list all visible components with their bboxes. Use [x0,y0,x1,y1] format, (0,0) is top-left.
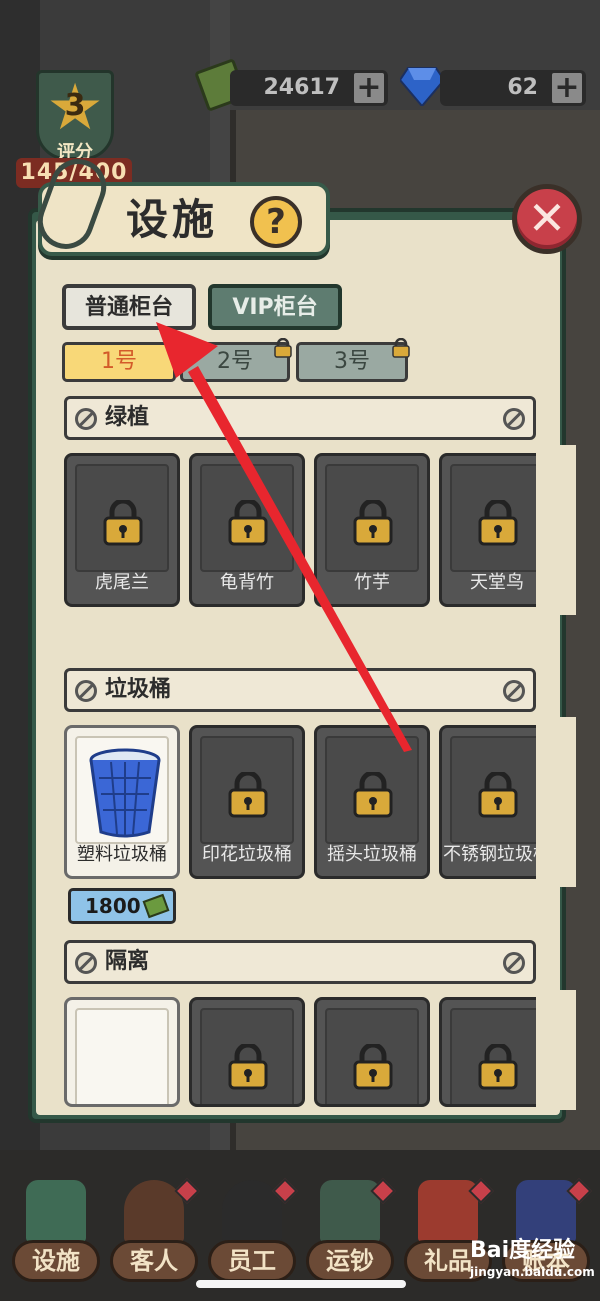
lock-icon [478,1044,518,1090]
barrier-image [75,1008,169,1104]
lock-icon [478,500,518,546]
diamond-icon [400,67,444,106]
lock-icon [228,772,268,818]
close-button[interactable]: ✕ [512,184,582,254]
section-header-trash[interactable]: 垃圾桶 [64,668,536,712]
section-label: 垃圾桶 [105,677,172,702]
panel-title: 设施 [126,195,219,244]
lock-icon [274,338,292,358]
slot-tab-1[interactable]: 1号 [62,342,176,382]
item-name: 龟背竹 [220,572,274,593]
item-name: 塑料垃圾桶 [77,844,167,865]
nav-staff-button[interactable]: 员工 [208,1178,298,1290]
cash-counter: 24617 + [230,70,388,106]
section-header-isolation[interactable]: 隔离 [64,940,536,984]
nav-label: 客人 [130,1247,178,1275]
item-card[interactable] [64,997,180,1107]
cash-icon [142,893,170,919]
nav-label: 员工 [228,1247,276,1275]
nav-facilities-button[interactable]: 设施 [12,1180,100,1290]
section-header-plants[interactable]: 绿植 [64,396,536,440]
ban-icon[interactable] [503,952,525,974]
item-card[interactable]: 摇头垃圾桶 [314,725,430,879]
item-card[interactable]: 龟背竹 [189,453,305,607]
price-value: 1800 [85,894,141,918]
scroll-mask [536,445,576,615]
nav-label: 设施 [32,1247,80,1275]
add-gems-button[interactable]: + [550,71,584,105]
help-button[interactable]: ? [250,196,302,248]
lock-icon [103,500,143,546]
ban-icon [75,952,97,974]
ban-icon [75,680,97,702]
ban-icon[interactable] [503,408,525,430]
item-name: 印花垃圾桶 [202,844,292,865]
lock-icon [228,1044,268,1090]
item-card[interactable]: 虎尾兰 [64,453,180,607]
item-name: 虎尾兰 [95,572,149,593]
item-card[interactable]: 塑料垃圾桶 [64,725,180,879]
item-card[interactable] [314,997,430,1107]
item-name: 摇头垃圾桶 [327,844,417,865]
tab-vip-counter[interactable]: VIP柜台 [208,284,342,330]
lock-icon [228,500,268,546]
lock-icon [353,772,393,818]
add-cash-button[interactable]: + [352,71,386,105]
watermark-logo: Bai度经验 [470,1238,576,1263]
cash-amount: 24617 [263,75,340,100]
trash-bin-image [75,736,169,844]
ban-icon[interactable] [503,680,525,702]
gem-amount: 62 [507,75,538,100]
ban-icon [75,408,97,430]
atm-icon [26,1180,86,1242]
nav-guests-button[interactable]: 客人 [110,1178,200,1290]
lock-icon [392,338,410,358]
price-tag[interactable]: 1800 [68,888,176,924]
rating-level: 3 [64,88,86,123]
home-indicator[interactable] [196,1280,406,1288]
item-card[interactable] [189,997,305,1107]
item-card[interactable]: 竹芋 [314,453,430,607]
baidu-watermark: Bai度经验 jingyan.baidu.com [470,1238,596,1288]
scroll-mask [536,717,576,887]
gem-counter: 62 + [440,70,586,106]
item-card[interactable]: 印花垃圾桶 [189,725,305,879]
tab-normal-counter[interactable]: 普通柜台 [62,284,196,330]
nav-cash-transport-button[interactable]: 运钞 [306,1178,396,1290]
blue-trash-bin-icon [89,748,161,838]
lock-icon [353,500,393,546]
section-label: 绿植 [105,405,150,430]
lock-icon [353,1044,393,1090]
item-name: 竹芋 [354,572,390,593]
lock-icon [478,772,518,818]
section-label: 隔离 [105,949,150,974]
watermark-url: jingyan.baidu.com [470,1265,595,1279]
nav-label: 运钞 [326,1247,374,1275]
scroll-mask [536,990,576,1110]
